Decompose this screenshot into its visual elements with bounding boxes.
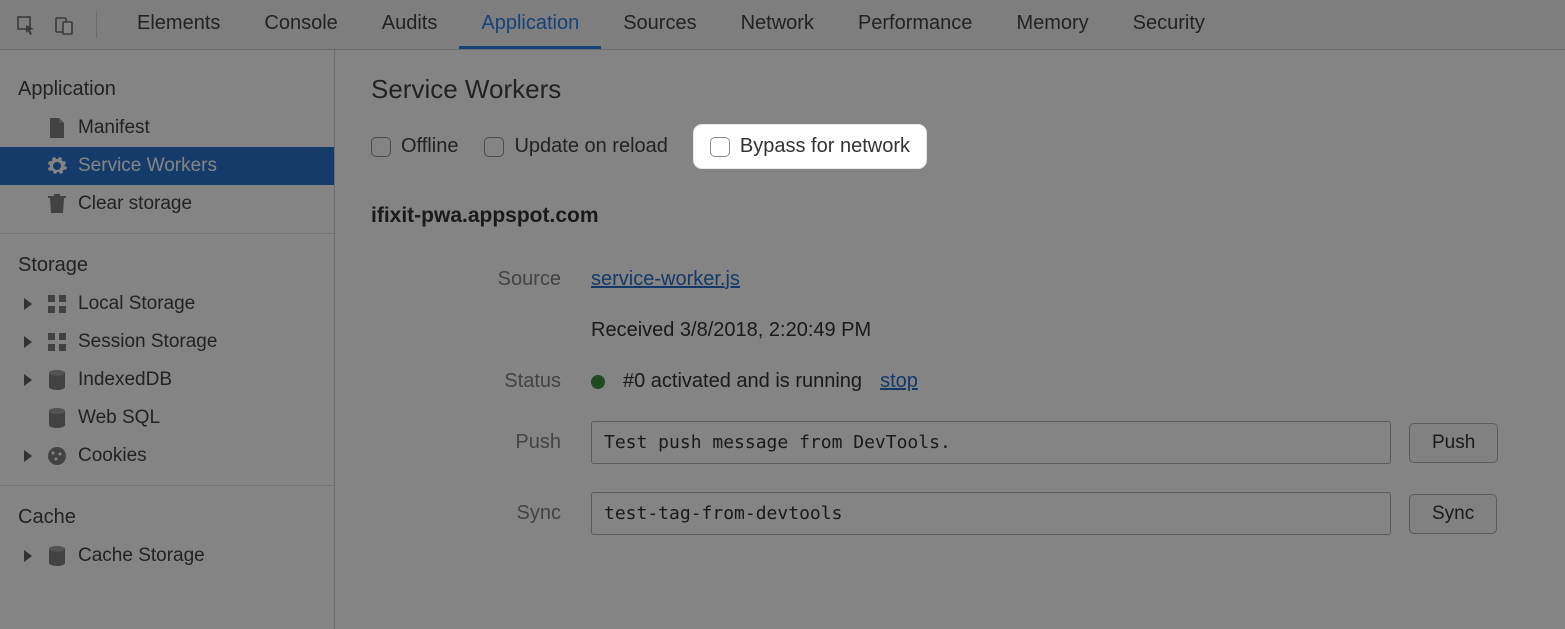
checkbox-label: Offline: [401, 135, 458, 158]
sidebar-section-cache: Cache: [0, 496, 334, 537]
sidebar-section-storage: Storage: [0, 244, 334, 285]
received-text: Received 3/8/2018, 2:20:49 PM: [591, 319, 871, 342]
sidebar-item-session-storage[interactable]: Session Storage: [0, 323, 334, 361]
row-label: Status: [371, 370, 591, 393]
sidebar-item-manifest[interactable]: Manifest: [0, 109, 334, 147]
row-label: Source: [371, 268, 591, 291]
checkbox-label: Update on reload: [514, 135, 667, 158]
tab-security[interactable]: Security: [1111, 0, 1227, 49]
sidebar-item-label: Local Storage: [78, 293, 195, 315]
tab-audits[interactable]: Audits: [360, 0, 460, 49]
status-text: #0 activated and is running: [623, 370, 862, 393]
push-button[interactable]: Push: [1409, 423, 1498, 463]
bypass-for-network-checkbox[interactable]: Bypass for network: [694, 125, 926, 168]
stop-link[interactable]: stop: [880, 370, 918, 393]
expand-arrow-icon: [24, 336, 32, 348]
tab-network[interactable]: Network: [719, 0, 836, 49]
grid-icon: [46, 293, 68, 315]
devtools-tabs: Elements Console Audits Application Sour…: [115, 0, 1227, 49]
db-icon: [46, 407, 68, 429]
sidebar-item-cookies[interactable]: Cookies: [0, 437, 334, 475]
sidebar-item-clear-storage[interactable]: Clear storage: [0, 185, 334, 223]
tab-memory[interactable]: Memory: [994, 0, 1110, 49]
sidebar-section-application: Application: [0, 68, 334, 109]
service-worker-origin: ifixit-pwa.appspot.com: [371, 204, 1529, 228]
sidebar-item-label: Manifest: [78, 117, 150, 139]
expand-arrow-icon: [24, 298, 32, 310]
toggle-device-icon[interactable]: [50, 11, 78, 39]
checkbox-icon: [484, 137, 504, 157]
source-link[interactable]: service-worker.js: [591, 268, 740, 291]
sidebar-item-label: IndexedDB: [78, 369, 172, 391]
update-on-reload-checkbox[interactable]: Update on reload: [484, 135, 667, 158]
sidebar-item-label: Session Storage: [78, 331, 217, 353]
sidebar-item-label: Clear storage: [78, 193, 192, 215]
checkbox-icon: [371, 137, 391, 157]
main-panel: Service Workers Offline Update on reload…: [335, 50, 1565, 629]
service-worker-toggles: Offline Update on reload Bypass for netw…: [371, 125, 1529, 168]
received-row: Received 3/8/2018, 2:20:49 PM: [371, 319, 1529, 342]
panel-title: Service Workers: [371, 74, 1529, 105]
row-label: Push: [371, 431, 591, 454]
tab-sources[interactable]: Sources: [601, 0, 718, 49]
inspect-element-icon[interactable]: [12, 11, 40, 39]
source-row: Source service-worker.js: [371, 268, 1529, 291]
expand-arrow-icon: [24, 550, 32, 562]
offline-checkbox[interactable]: Offline: [371, 135, 458, 158]
status-row: Status #0 activated and is running stop: [371, 370, 1529, 393]
push-row: Push Push: [371, 421, 1529, 464]
sync-row: Sync Sync: [371, 492, 1529, 535]
devtools-toolbar: Elements Console Audits Application Sour…: [0, 0, 1565, 50]
sync-button[interactable]: Sync: [1409, 494, 1497, 534]
tab-elements[interactable]: Elements: [115, 0, 242, 49]
sidebar-item-label: Cache Storage: [78, 545, 205, 567]
sidebar-item-label: Cookies: [78, 445, 147, 467]
checkbox-label: Bypass for network: [740, 135, 910, 158]
sidebar-item-indexeddb[interactable]: IndexedDB: [0, 361, 334, 399]
sidebar-item-web-sql[interactable]: Web SQL: [0, 399, 334, 437]
tab-application[interactable]: Application: [459, 0, 601, 49]
sidebar-item-service-workers[interactable]: Service Workers: [0, 147, 334, 185]
cookie-icon: [46, 445, 68, 467]
grid-icon: [46, 331, 68, 353]
push-input[interactable]: [591, 421, 1391, 464]
file-icon: [46, 117, 68, 139]
row-label: Sync: [371, 502, 591, 525]
tab-performance[interactable]: Performance: [836, 0, 995, 49]
sidebar-divider: [0, 233, 334, 234]
checkbox-icon: [710, 137, 730, 157]
db-icon: [46, 545, 68, 567]
sidebar-item-label: Web SQL: [78, 407, 160, 429]
db-icon: [46, 369, 68, 391]
expand-arrow-icon: [24, 450, 32, 462]
sidebar-divider: [0, 485, 334, 486]
sync-input[interactable]: [591, 492, 1391, 535]
sidebar-item-local-storage[interactable]: Local Storage: [0, 285, 334, 323]
status-dot-icon: [591, 375, 605, 389]
tab-console[interactable]: Console: [242, 0, 359, 49]
trash-icon: [46, 193, 68, 215]
gear-icon: [46, 155, 68, 177]
sidebar-item-cache-storage[interactable]: Cache Storage: [0, 537, 334, 575]
toolbar-divider: [96, 12, 97, 38]
expand-arrow-icon: [24, 374, 32, 386]
application-sidebar: Application Manifest Service Workers Cle…: [0, 50, 335, 629]
sidebar-item-label: Service Workers: [78, 155, 217, 177]
